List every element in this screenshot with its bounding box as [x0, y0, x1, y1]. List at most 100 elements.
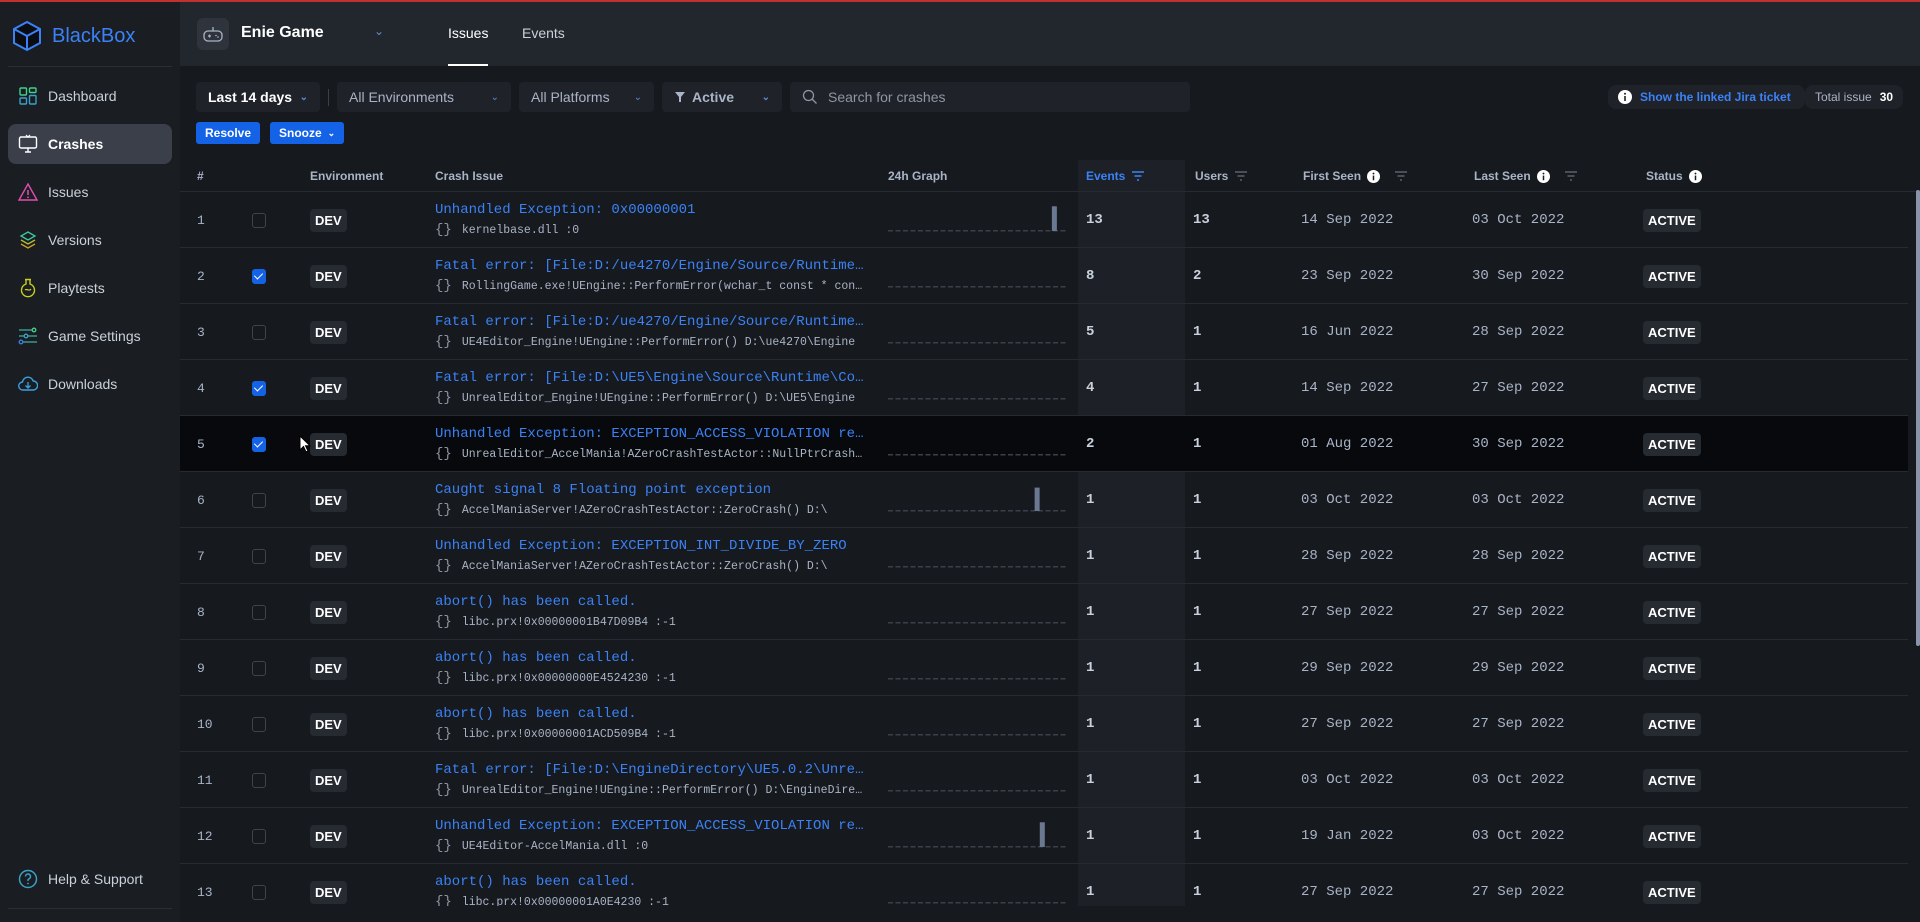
table-row[interactable]: 6 DEV Caught signal 8 Floating point excep… [180, 472, 1908, 528]
first-seen-date: 27 Sep 2022 [1301, 604, 1394, 620]
sidebar-item-help[interactable]: Help & Support [8, 859, 172, 899]
crash-issue-stack: {} RollingGame.exe!UEngine::PerformError(… [435, 278, 865, 294]
checkbox-box[interactable] [252, 660, 266, 676]
game-selector[interactable]: Enie Game [241, 24, 324, 42]
table-row[interactable]: 12 DEV Unhandled Exception: EXCEPTION_ACCE… [180, 808, 1908, 864]
table-row[interactable]: 8 DEV abort() has been called. {} libc.prx!0… [180, 584, 1908, 640]
row-checkbox[interactable] [252, 192, 266, 248]
table-row[interactable]: 3 DEV Fatal error: [File:D:/ue4270/Engine/… [180, 304, 1908, 360]
tab-events[interactable]: Events [522, 2, 565, 66]
chevron-down-icon[interactable]: ⌄ [374, 24, 384, 38]
checkbox-box[interactable] [252, 772, 266, 788]
row-checkbox[interactable] [252, 416, 266, 472]
row-checkbox[interactable] [252, 696, 266, 752]
sidebar-item-playtests[interactable]: Playtests [8, 268, 172, 308]
table-row[interactable]: 13 DEV abort() has been called. {} libc.prx!… [180, 864, 1908, 906]
last-seen-date: 27 Sep 2022 [1472, 604, 1565, 620]
row-checkbox[interactable] [252, 472, 266, 528]
status-filter-dropdown[interactable]: Active ⌄ [662, 82, 782, 112]
table-row[interactable]: 9 DEV abort() has been called. {} libc.prx!0… [180, 640, 1908, 696]
sidebar-item-downloads[interactable]: Downloads [8, 364, 172, 404]
checkbox-box[interactable] [252, 716, 266, 732]
crash-issue-title[interactable]: abort() has been called. [435, 594, 865, 610]
checkbox-box[interactable] [252, 268, 266, 284]
row-checkbox[interactable] [252, 248, 266, 304]
crash-issue-title[interactable]: Unhandled Exception: EXCEPTION_INT_DIVID… [435, 538, 865, 554]
crash-issue-title[interactable]: abort() has been called. [435, 650, 865, 666]
crash-issue-title[interactable]: Unhandled Exception: EXCEPTION_ACCESS_VI… [435, 818, 865, 834]
crash-issue-title[interactable]: Fatal error: [File:D:\EngineDirectory\UE… [435, 762, 865, 778]
sort-icon[interactable] [1394, 171, 1408, 181]
sparkline [888, 206, 1066, 232]
crash-issue-title[interactable]: Fatal error: [File:D:/ue4270/Engine/Sour… [435, 258, 865, 274]
environment-badge: DEV [310, 656, 347, 680]
crash-issue-title[interactable]: Unhandled Exception: EXCEPTION_ACCESS_VI… [435, 426, 865, 442]
crash-issue-cell: Unhandled Exception: EXCEPTION_INT_DIVID… [435, 528, 865, 584]
24h-graph [886, 584, 1068, 640]
status-badge: ACTIVE [1643, 264, 1701, 288]
col-24h-graph: 24h Graph [888, 169, 948, 183]
row-checkbox[interactable] [252, 864, 266, 906]
search-box[interactable] [790, 82, 1190, 112]
sidebar-item-versions[interactable]: Versions [8, 220, 172, 260]
table-row[interactable]: 11 DEV Fatal error: [File:D:\EngineDirecto… [180, 752, 1908, 808]
table-row[interactable]: 4 DEV Fatal error: [File:D:\UE5\Engine\Sou… [180, 360, 1908, 416]
checkbox-box[interactable] [252, 212, 266, 228]
checkbox-box[interactable] [252, 324, 266, 340]
date-range-dropdown[interactable]: Last 14 days ⌄ [196, 82, 320, 112]
24h-graph [886, 696, 1068, 752]
row-checkbox[interactable] [252, 528, 266, 584]
row-checkbox[interactable] [252, 304, 266, 360]
col-first-seen[interactable]: First Seen [1303, 160, 1408, 192]
sidebar-item-label: Versions [48, 232, 102, 248]
sidebar-item-game-settings[interactable]: Game Settings [8, 316, 172, 356]
col-events[interactable]: Events [1086, 160, 1145, 192]
resolve-button[interactable]: Resolve [196, 122, 261, 144]
sidebar-item-issues[interactable]: Issues [8, 172, 172, 212]
row-checkbox[interactable] [252, 808, 266, 864]
checkbox-box[interactable] [252, 492, 266, 508]
show-jira-ticket-toggle[interactable]: Show the linked Jira ticket [1608, 85, 1805, 109]
first-seen-date: 16 Jun 2022 [1301, 324, 1394, 340]
sidebar-item-crashes[interactable]: Crashes [8, 124, 172, 164]
sidebar-item-dashboard[interactable]: Dashboard [8, 76, 172, 116]
checkbox-box[interactable] [252, 548, 266, 564]
checkbox-box[interactable] [252, 884, 266, 900]
platform-dropdown[interactable]: All Platforms ⌄ [519, 82, 654, 112]
col-users[interactable]: Users [1195, 160, 1248, 192]
crash-issue-title[interactable]: Caught signal 8 Floating point exception [435, 482, 865, 498]
row-checkbox[interactable] [252, 640, 266, 696]
crash-issue-title[interactable]: Fatal error: [File:D:/ue4270/Engine/Sour… [435, 314, 865, 330]
crash-issue-title[interactable]: Unhandled Exception: 0x00000001 [435, 202, 865, 218]
sort-icon[interactable] [1131, 171, 1145, 181]
users-count: 1 [1193, 828, 1202, 844]
row-checkbox[interactable] [252, 584, 266, 640]
crash-issue-title[interactable]: abort() has been called. [435, 706, 865, 722]
crash-issue-title[interactable]: Fatal error: [File:D:\UE5\Engine\Source\… [435, 370, 865, 386]
search-input[interactable] [828, 89, 1168, 105]
app-logo[interactable]: BlackBox [12, 16, 135, 56]
col-last-seen[interactable]: Last Seen [1474, 160, 1578, 192]
sort-icon[interactable] [1564, 171, 1578, 181]
first-seen-date: 23 Sep 2022 [1301, 268, 1394, 284]
checkbox-box[interactable] [252, 604, 266, 620]
table-scrollbar[interactable] [1916, 190, 1920, 646]
table-row[interactable]: 2 DEV Fatal error: [File:D:/ue4270/Engine/… [180, 248, 1908, 304]
table-row[interactable]: 5 DEV Unhandled Exception: EXCEPTION_ACCES… [180, 416, 1908, 472]
table-row[interactable]: 1 DEV Unhandled Exception: 0x00000001 {} ker… [180, 192, 1908, 248]
total-issue-badge: Total issue 30 [1805, 85, 1904, 109]
crash-issue-title[interactable]: abort() has been called. [435, 874, 865, 890]
row-checkbox[interactable] [252, 752, 266, 808]
checkbox-box[interactable] [252, 436, 266, 452]
users-count: 1 [1193, 716, 1202, 732]
24h-graph [886, 304, 1068, 360]
table-row[interactable]: 7 DEV Unhandled Exception: EXCEPTION_INT_D… [180, 528, 1908, 584]
row-checkbox[interactable] [252, 360, 266, 416]
table-row[interactable]: 10 DEV abort() has been called. {} libc.prx!… [180, 696, 1908, 752]
sort-icon[interactable] [1234, 171, 1248, 181]
environment-dropdown[interactable]: All Environments ⌄ [337, 82, 511, 112]
checkbox-box[interactable] [252, 380, 266, 396]
snooze-button[interactable]: Snooze ⌄ [270, 122, 345, 144]
tab-issues[interactable]: Issues [448, 2, 489, 66]
checkbox-box[interactable] [252, 828, 266, 844]
